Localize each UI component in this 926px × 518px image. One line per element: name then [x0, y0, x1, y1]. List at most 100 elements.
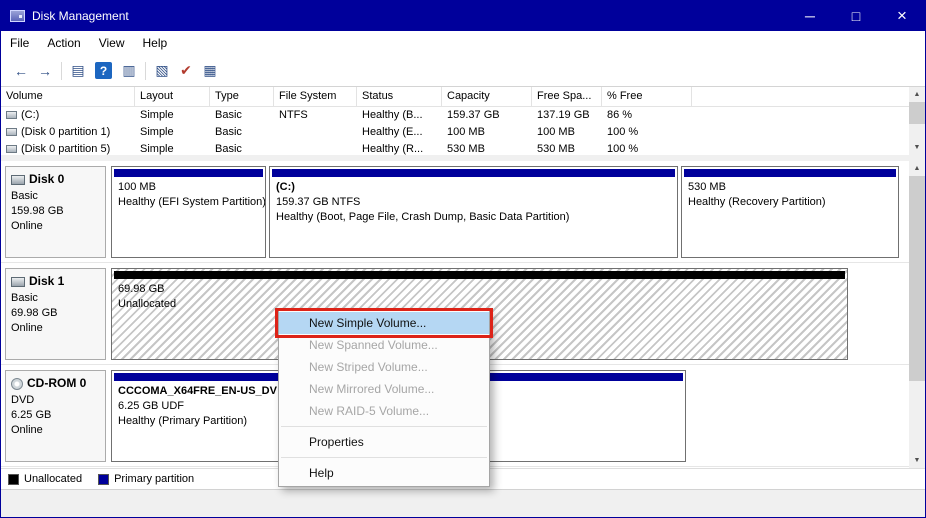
- forward-icon[interactable]: →: [33, 59, 57, 83]
- disk0-info-box[interactable]: Disk 0 Basic 159.98 GB Online: [5, 166, 106, 258]
- menu-bar: File Action View Help: [1, 31, 925, 55]
- disk-status: Online: [11, 220, 43, 232]
- cd-rom-icon: [11, 377, 23, 390]
- scroll-down-icon[interactable]: ▼: [909, 453, 925, 468]
- status-cell: Healthy (B...: [362, 109, 423, 121]
- menu-item-help[interactable]: Help: [279, 462, 489, 484]
- column-header-layout[interactable]: Layout: [135, 87, 210, 106]
- context-menu: New Simple Volume... New Spanned Volume.…: [275, 308, 493, 487]
- toolbar-separator: [61, 61, 62, 80]
- partition-efi[interactable]: 100 MB Healthy (EFI System Partition): [111, 166, 266, 258]
- volume-name-cell: (C:): [1, 107, 135, 124]
- menu-item-new-mirrored-volume: New Mirrored Volume...: [309, 382, 435, 396]
- legend-label: Primary partition: [114, 473, 195, 485]
- menu-item-new-striped-volume: New Striped Volume...: [309, 360, 428, 374]
- type-cell: Basic: [215, 109, 242, 121]
- status-cell: Healthy (E...: [362, 126, 423, 138]
- partition-size-label: 100 MB: [118, 181, 156, 193]
- disk-kind: Basic: [11, 190, 38, 202]
- partition-volume-label: (C:): [276, 181, 295, 193]
- pct-free-cell: 100 %: [607, 126, 639, 138]
- menu-item-new-spanned-volume: New Spanned Volume...: [309, 338, 438, 352]
- menu-view[interactable]: View: [90, 31, 134, 55]
- disk-name: CD-ROM 0: [27, 376, 87, 390]
- partition-recovery[interactable]: 530 MB Healthy (Recovery Partition): [681, 166, 899, 258]
- console-tree-icon[interactable]: ▤: [66, 59, 90, 83]
- graphical-view-scrollbar[interactable]: ▲ ▼: [909, 161, 925, 468]
- volume-drive-icon: [6, 111, 17, 119]
- unallocated-band: [114, 271, 845, 279]
- volume-list-scrollbar[interactable]: ▲ ▼: [909, 87, 925, 155]
- list-view-icon[interactable]: ▦: [198, 59, 222, 83]
- file-system-cell: [274, 141, 357, 155]
- volume-name-cell: (Disk 0 partition 5): [1, 141, 135, 155]
- legend-unallocated: Unallocated: [8, 473, 82, 485]
- status-bar: [1, 489, 925, 517]
- scrollbar-thumb[interactable]: [909, 102, 925, 124]
- menu-item-properties[interactable]: Properties: [279, 431, 489, 453]
- primary-partition-swatch: [98, 473, 110, 485]
- menu-help[interactable]: Help: [134, 31, 177, 55]
- hard-disk-icon: [11, 276, 25, 287]
- free-space-cell: 137.19 GB: [537, 109, 590, 121]
- app-icon: [10, 10, 25, 22]
- status-cell: Healthy (R...: [362, 143, 424, 155]
- column-header-file-system[interactable]: File System: [274, 87, 357, 106]
- disk-status: Online: [11, 322, 43, 334]
- volume-drive-icon: [6, 128, 17, 136]
- disk-management-window: Disk Management ─ □ × File Action View H…: [0, 0, 926, 518]
- help-icon[interactable]: ?: [95, 62, 112, 79]
- menu-separator: [281, 426, 487, 427]
- primary-partition-band: [684, 169, 896, 177]
- column-header-status[interactable]: Status: [357, 87, 442, 106]
- column-header-pct-free[interactable]: % Free: [602, 87, 692, 106]
- free-space-cell: 100 MB: [537, 126, 575, 138]
- menu-file[interactable]: File: [1, 31, 38, 55]
- cdrom0-info-box[interactable]: CD-ROM 0 DVD 6.25 GB Online: [5, 370, 106, 462]
- legend-label: Unallocated: [24, 473, 83, 485]
- partition-size-label: 530 MB: [688, 181, 726, 193]
- layout-cell: Simple: [140, 143, 174, 155]
- unallocated-swatch: [8, 473, 19, 485]
- column-header-capacity[interactable]: Capacity: [442, 87, 532, 106]
- volume-row[interactable]: (Disk 0 partition 5) Simple Basic Health…: [1, 141, 909, 155]
- close-button[interactable]: ×: [879, 1, 925, 31]
- dialog-icon[interactable]: ▧: [150, 59, 174, 83]
- titlebar: Disk Management ─ □ ×: [1, 1, 925, 31]
- volume-row[interactable]: (C:) Simple Basic NTFS Healthy (B... 159…: [1, 107, 909, 124]
- column-header-volume[interactable]: Volume: [1, 87, 135, 106]
- volume-list-pane: Volume Layout Type File System Status Ca…: [1, 87, 925, 155]
- disk1-info-box[interactable]: Disk 1 Basic 69.98 GB Online: [5, 268, 106, 360]
- disk-size: 69.98 GB: [11, 307, 58, 319]
- disk-size: 6.25 GB: [11, 409, 52, 421]
- layout-cell: Simple: [140, 126, 174, 138]
- column-header-free-space[interactable]: Free Spa...: [532, 87, 602, 106]
- unallocated-size-label: 69.98 GB: [118, 283, 165, 295]
- check-icon[interactable]: ✔: [174, 59, 198, 83]
- file-system-cell: NTFS: [279, 109, 308, 121]
- scroll-up-icon[interactable]: ▲: [909, 161, 925, 176]
- volume-name-cell: (Disk 0 partition 1): [1, 124, 135, 141]
- scroll-up-icon[interactable]: ▲: [909, 87, 925, 102]
- type-cell: Basic: [215, 143, 242, 155]
- disk-kind: Basic: [11, 292, 38, 304]
- column-header-type[interactable]: Type: [210, 87, 274, 106]
- action-pane-icon[interactable]: ▥: [117, 59, 141, 83]
- menu-action[interactable]: Action: [38, 31, 89, 55]
- scrollbar-thumb[interactable]: [909, 176, 925, 381]
- volume-row[interactable]: (Disk 0 partition 1) Simple Basic Health…: [1, 124, 909, 141]
- pct-free-cell: 100 %: [607, 143, 639, 155]
- back-icon[interactable]: ←: [9, 59, 33, 83]
- menu-item-new-simple-volume[interactable]: New Simple Volume...: [279, 312, 489, 334]
- disk-kind: DVD: [11, 394, 35, 406]
- volume-table-header: Volume Layout Type File System Status Ca…: [1, 87, 909, 107]
- partition-c-drive[interactable]: (C:) 159.37 GB NTFS Healthy (Boot, Page …: [269, 166, 678, 258]
- menu-item-new-raid5-volume: New RAID-5 Volume...: [309, 404, 430, 418]
- scroll-down-icon[interactable]: ▼: [909, 140, 925, 155]
- window-controls: ─ □ ×: [787, 1, 925, 31]
- maximize-button[interactable]: □: [833, 1, 879, 31]
- disk-name: Disk 1: [29, 274, 65, 288]
- minimize-button[interactable]: ─: [787, 1, 833, 31]
- capacity-cell: 530 MB: [447, 143, 485, 155]
- capacity-cell: 100 MB: [447, 126, 485, 138]
